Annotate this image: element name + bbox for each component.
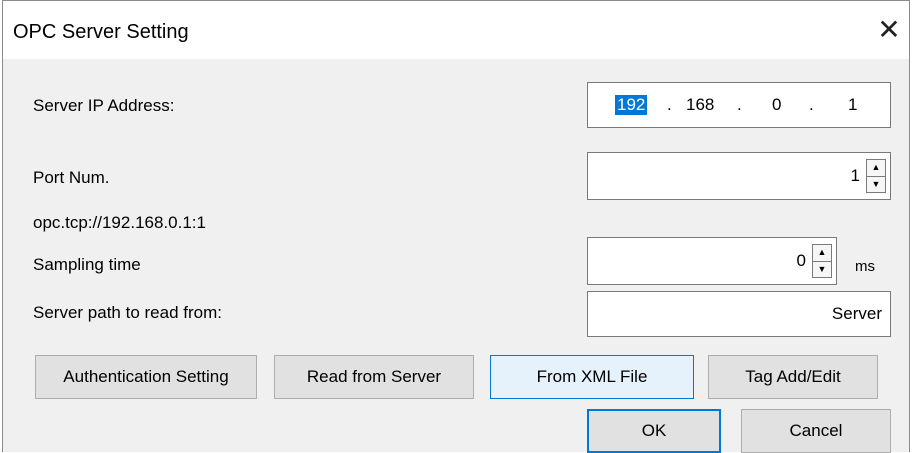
server-path-label: Server path to read from: [33, 303, 222, 322]
sampling-time-label: Sampling time [33, 255, 141, 274]
read-from-server-button[interactable]: Read from Server [274, 355, 474, 399]
server-ip-label: Server IP Address: [33, 96, 175, 115]
sampling-unit-label: ms [855, 258, 875, 275]
port-input[interactable]: 1 ▲ ▼ [587, 152, 891, 200]
ip-separator-3: . [809, 95, 814, 114]
sampling-spinner[interactable]: ▲ ▼ [812, 244, 832, 278]
port-label: Port Num. [33, 168, 110, 187]
up-arrow-icon[interactable]: ▲ [866, 159, 886, 177]
endpoint-url-text: opc.tcp://192.168.0.1:1 [33, 213, 206, 232]
cancel-button[interactable]: Cancel [741, 409, 891, 453]
down-arrow-icon[interactable]: ▼ [812, 261, 832, 278]
server-ip-input[interactable]: 192 . 168 . 0 . 1 [587, 82, 891, 128]
ip-octet-2[interactable]: 168 [686, 95, 714, 115]
ok-button[interactable]: OK [587, 409, 721, 453]
title-bar: OPC Server Setting ✕ [3, 1, 909, 59]
server-path-value: Server [831, 304, 882, 323]
ip-octet-4[interactable]: 1 [848, 95, 857, 115]
authentication-setting-button[interactable]: Authentication Setting [35, 355, 257, 399]
sampling-time-value: 0 [796, 251, 806, 270]
port-value: 1 [850, 166, 860, 185]
ip-octet-3[interactable]: 0 [772, 95, 781, 115]
sampling-time-input[interactable]: 0 ▲ ▼ [587, 237, 837, 285]
port-spinner[interactable]: ▲ ▼ [866, 159, 886, 193]
close-icon[interactable]: ✕ [873, 13, 905, 45]
opc-server-setting-dialog: OPC Server Setting ✕ Server IP Address: … [2, 0, 910, 453]
tag-add-edit-button[interactable]: Tag Add/Edit [708, 355, 878, 399]
ip-separator-1: . [667, 95, 672, 114]
from-xml-file-button[interactable]: From XML File [490, 355, 694, 399]
server-path-input[interactable]: Server [587, 291, 891, 337]
dialog-title: OPC Server Setting [13, 21, 189, 43]
up-arrow-icon[interactable]: ▲ [812, 244, 832, 262]
ip-octet-1[interactable]: 192 [615, 95, 648, 115]
ip-separator-2: . [737, 95, 742, 114]
down-arrow-icon[interactable]: ▼ [866, 176, 886, 193]
